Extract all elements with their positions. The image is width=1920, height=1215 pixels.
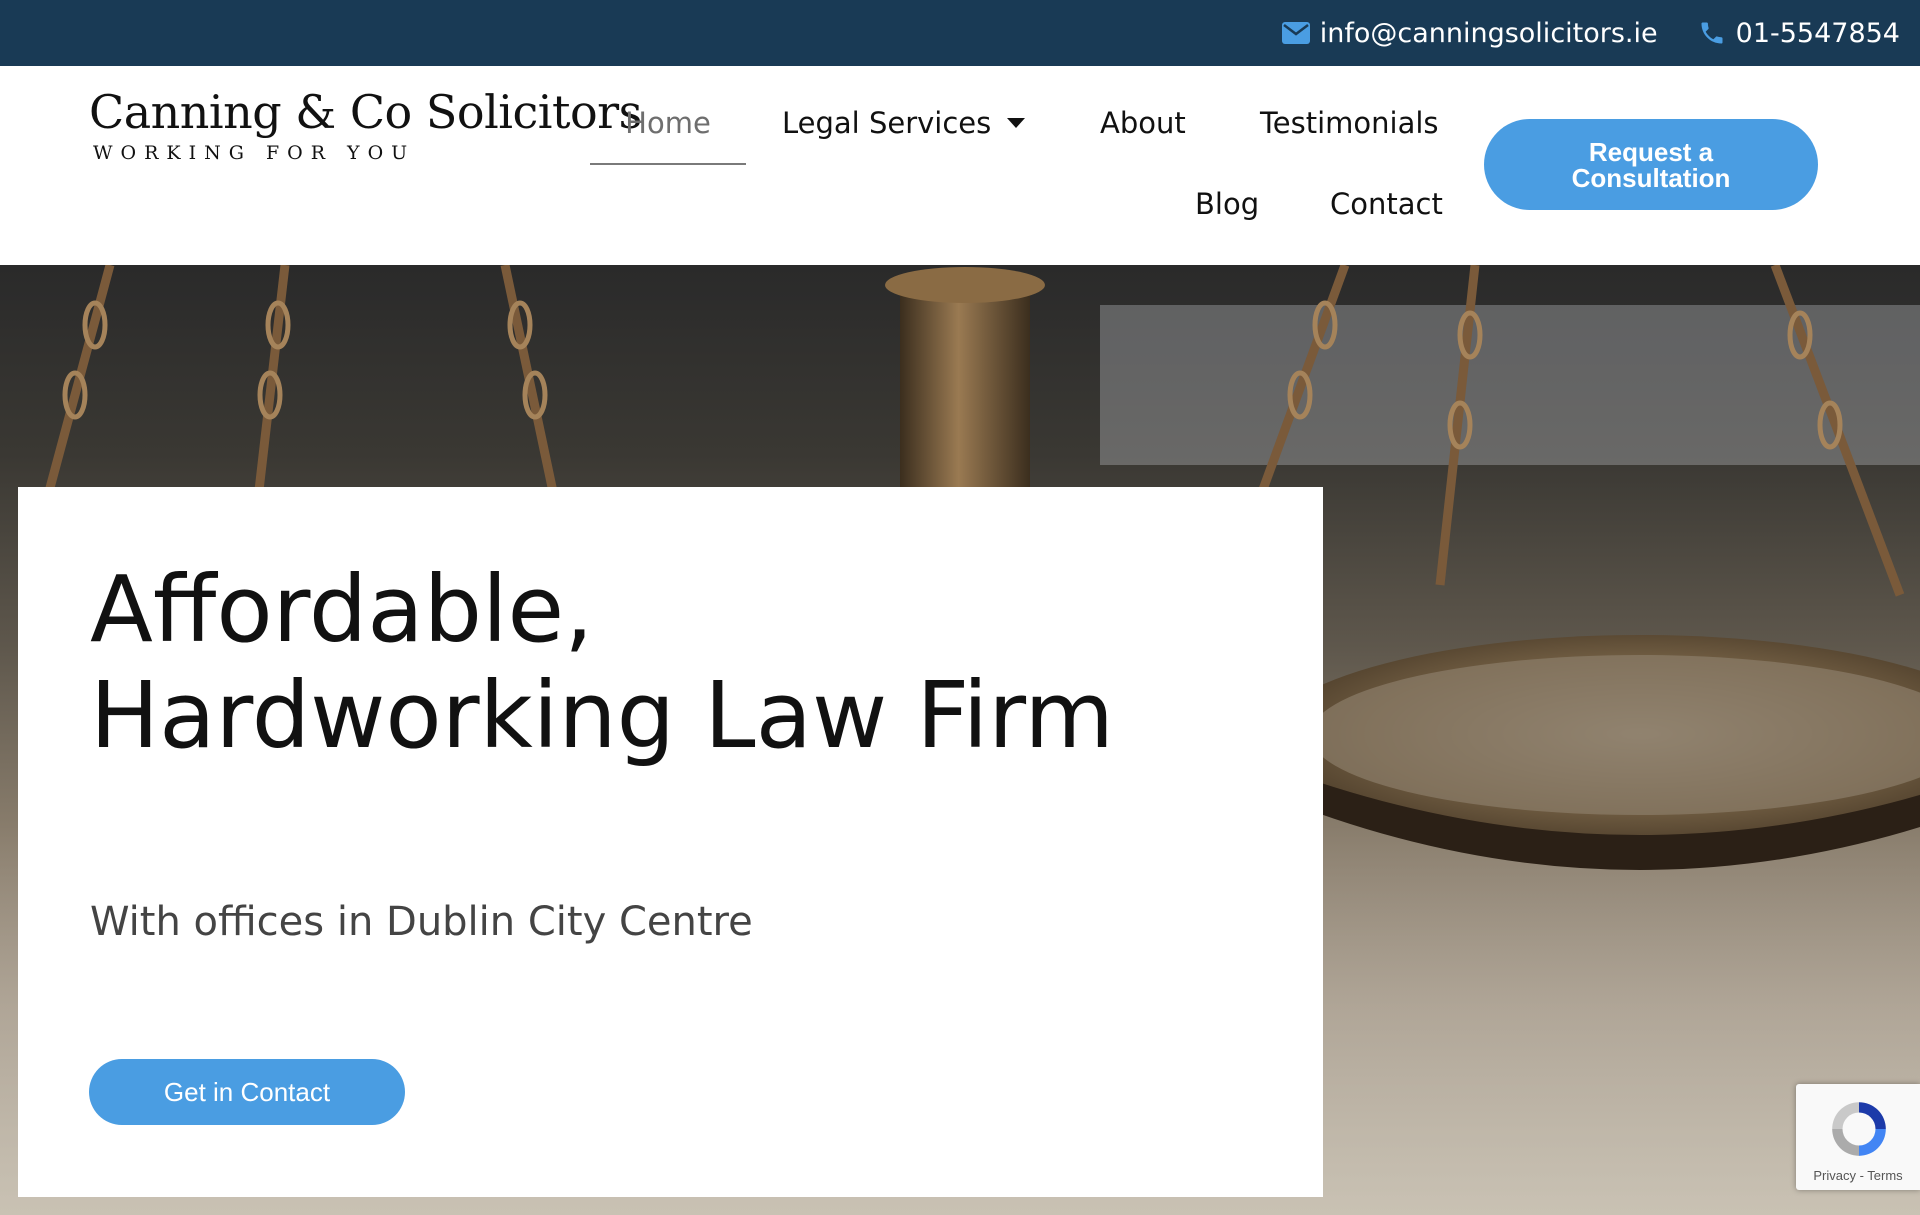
nav-legal-services-label: Legal Services [782, 106, 992, 140]
hero-section: Affordable, Hardworking Law Firm With of… [0, 265, 1920, 1215]
email-link[interactable]: info@canningsolicitors.ie [1281, 17, 1658, 49]
get-in-contact-button[interactable]: Get in Contact [89, 1059, 405, 1125]
nav-home[interactable]: Home [590, 103, 746, 165]
recaptcha-terms-link[interactable]: Terms [1867, 1168, 1902, 1183]
nav-blog[interactable]: Blog [1195, 184, 1259, 224]
phone-link[interactable]: 01-5547854 [1698, 18, 1900, 49]
nav-about[interactable]: About [1100, 103, 1186, 143]
recaptcha-privacy-link[interactable]: Privacy [1813, 1168, 1856, 1183]
request-consultation-button[interactable]: Request a Consultation [1484, 119, 1818, 210]
recaptcha-badge[interactable]: Privacy - Terms [1796, 1084, 1920, 1190]
top-contact-bar: info@canningsolicitors.ie 01-5547854 [0, 0, 1920, 66]
caret-down-icon [1007, 118, 1026, 128]
email-text: info@canningsolicitors.ie [1319, 17, 1658, 49]
site-header: Canning & Co Solicitors WORKING FOR YOU … [0, 66, 1920, 265]
recaptcha-separator: - [1855, 1168, 1868, 1183]
logo-name: Canning & Co Solicitors [89, 85, 642, 139]
nav-contact[interactable]: Contact [1330, 184, 1443, 224]
hero-card: Affordable, Hardworking Law Firm With of… [18, 487, 1323, 1197]
nav-legal-services[interactable]: Legal Services [782, 103, 1026, 143]
hero-subtitle: With offices in Dublin City Centre [90, 899, 753, 945]
recaptcha-links: Privacy - Terms [1796, 1168, 1920, 1183]
logo-tagline: WORKING FOR YOU [93, 142, 416, 164]
recaptcha-icon [1832, 1102, 1886, 1156]
hero-title: Affordable, Hardworking Law Firm [90, 556, 1115, 769]
envelope-icon [1281, 19, 1310, 47]
phone-icon [1698, 19, 1726, 47]
site-logo[interactable]: Canning & Co Solicitors WORKING FOR YOU [89, 82, 642, 164]
nav-testimonials[interactable]: Testimonials [1260, 103, 1439, 143]
phone-text: 01-5547854 [1735, 17, 1900, 49]
